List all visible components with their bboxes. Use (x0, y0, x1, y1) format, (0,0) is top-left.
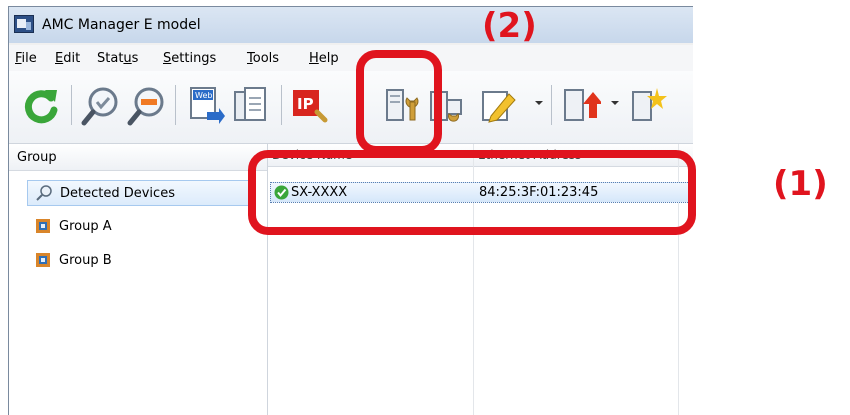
group-icon (36, 219, 50, 233)
search-minus-icon[interactable] (127, 84, 167, 128)
search-check-icon[interactable] (81, 84, 121, 128)
toolbar-separator (551, 85, 552, 125)
toolbar-separator (71, 85, 72, 125)
upload-icon[interactable] (561, 84, 601, 128)
callout-box-1 (248, 150, 696, 235)
tree-item-label: Group A (59, 219, 112, 234)
web-icon-label: Web (195, 91, 212, 100)
callout-label-2: (2) (482, 6, 537, 46)
menu-edit[interactable]: Edit (55, 51, 80, 66)
title-bar: AMC Manager E model (9, 7, 693, 43)
search-icon (36, 185, 52, 201)
tree-item-group-b[interactable]: Group B (27, 248, 249, 274)
web-page-icon[interactable]: Web (185, 84, 225, 128)
refresh-icon[interactable] (21, 84, 61, 128)
callout-box-2 (356, 50, 442, 154)
group-header: Group (9, 144, 267, 171)
ip-address-icon[interactable]: IP (289, 84, 329, 128)
tree-item-label: Group B (59, 253, 112, 268)
edit-icon[interactable] (479, 84, 519, 128)
callout-label-1: (1) (773, 164, 828, 204)
ip-icon-label: IP (297, 95, 314, 113)
edit-dropdown-arrow[interactable] (535, 101, 543, 105)
tree-item-label: Detected Devices (60, 186, 175, 201)
menu-file[interactable]: File (15, 51, 37, 66)
menu-status[interactable]: Status (97, 51, 138, 66)
upload-dropdown-arrow[interactable] (611, 101, 619, 105)
window-title: AMC Manager E model (42, 17, 201, 33)
group-header-label: Group (17, 150, 57, 165)
new-device-icon[interactable] (629, 84, 669, 128)
menu-settings[interactable]: Settings (163, 51, 216, 66)
menu-bar: File Edit Status Settings Tools Help (9, 45, 693, 72)
group-icon (36, 253, 50, 267)
app-icon (14, 15, 34, 33)
menu-tools[interactable]: Tools (247, 51, 279, 66)
documents-icon[interactable] (231, 84, 271, 128)
toolbar-separator (175, 85, 176, 125)
group-pane: Group Detected Devices Group A Group B (9, 144, 268, 415)
tree-item-group-a[interactable]: Group A (27, 214, 249, 240)
toolbar: Web IP (9, 71, 693, 144)
menu-help[interactable]: Help (309, 51, 339, 66)
tree-item-detected-devices[interactable]: Detected Devices (27, 180, 249, 206)
toolbar-separator (281, 85, 282, 125)
